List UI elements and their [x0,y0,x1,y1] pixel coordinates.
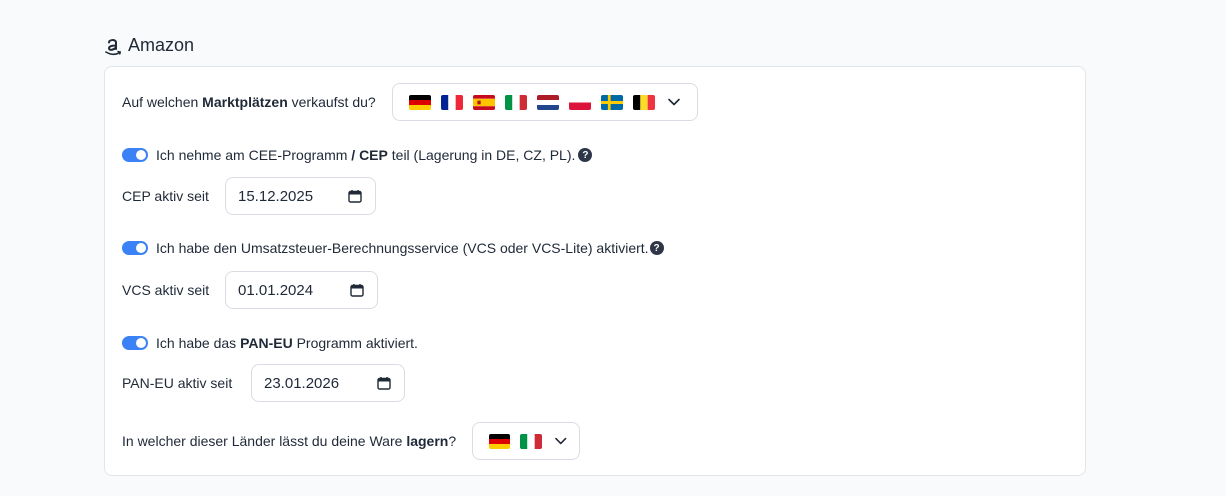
cep-help-icon[interactable]: ? [578,148,593,162]
cep-since-label: CEP aktiv seit [122,188,209,204]
cep-date-row: CEP aktiv seit 15.12.2025 [122,177,376,215]
cep-label-bold: / CEP [351,147,388,163]
marketplaces-question: Auf welchen Marktplätzen verkaufst du? [122,94,376,110]
chevron-down-icon[interactable] [667,95,681,109]
cep-toggle-row: Ich nehme am CEE-Programm / CEP teil (La… [122,147,593,163]
section-title: Amazon [128,35,195,55]
paneu-label-suffix: Programm aktiviert. [292,335,418,351]
vcs-toggle-row: Ich habe den Umsatzsteuer-Berechnungsser… [122,240,664,256]
cep-toggle[interactable] [122,148,148,162]
storage-question-bold: lagern [406,433,449,449]
vcs-toggle-label: Ich habe den Umsatzsteuer-Berechnungsser… [156,240,649,256]
nl-flag-icon [536,94,559,110]
paneu-toggle-label: Ich habe das PAN-EU Programm aktiviert. [156,335,418,351]
marketplaces-question-bold: Marktplätzen [202,94,288,110]
storage-question-suffix: ? [448,433,457,449]
cep-date-input[interactable]: 15.12.2025 [225,177,376,215]
vcs-date-row: VCS aktiv seit 01.01.2024 [122,271,378,309]
paneu-date-input[interactable]: 23.01.2026 [251,364,405,402]
it-flag-icon [520,433,542,449]
vcs-date-value: 01.01.2024 [238,281,314,299]
be-flag-icon [632,94,655,110]
vcs-since-label: VCS aktiv seit [122,282,210,298]
de-flag-icon [408,94,431,110]
vcs-toggle[interactable] [122,241,148,255]
marketplaces-question-prefix: Auf welchen [122,94,203,110]
pl-flag-icon [568,94,591,110]
cep-label-prefix: Ich nehme am CEE-Programm [156,147,352,163]
vcs-help-icon[interactable]: ? [649,241,664,255]
storage-row: In welcher dieser Länder lässt du deine … [122,422,581,460]
calendar-icon[interactable] [350,283,364,297]
paneu-toggle[interactable] [122,336,148,350]
it-flag-icon [504,94,527,110]
calendar-icon[interactable] [348,189,362,203]
paneu-label-bold: PAN-EU [240,335,293,351]
paneu-since-label: PAN-EU aktiv seit [122,375,233,391]
storage-question-prefix: In welcher dieser Länder lässt du deine … [122,433,407,449]
es-flag-icon [472,94,495,110]
de-flag-icon [489,433,511,449]
marketplaces-question-suffix: verkaufst du? [287,94,376,110]
vcs-date-input[interactable]: 01.01.2024 [225,271,378,309]
paneu-label-prefix: Ich habe das [156,335,241,351]
amazon-settings-card: Auf welchen Marktplätzen verkaufst du? I… [104,66,1086,476]
cep-label-suffix: teil (Lagerung in DE, CZ, PL). [387,147,576,163]
cep-toggle-label: Ich nehme am CEE-Programm / CEP teil (La… [156,147,575,163]
amazon-logo-icon [105,38,122,55]
paneu-toggle-row: Ich habe das PAN-EU Programm aktiviert. [122,335,418,351]
marketplaces-select[interactable] [391,83,698,121]
cep-date-value: 15.12.2025 [238,187,314,205]
marketplaces-row: Auf welchen Marktplätzen verkaufst du? [122,83,698,121]
calendar-icon[interactable] [377,376,391,390]
fr-flag-icon [440,94,463,110]
storage-question: In welcher dieser Länder lässt du deine … [122,433,456,449]
paneu-date-value: 23.01.2026 [264,374,340,392]
se-flag-icon [600,94,623,110]
paneu-date-row: PAN-EU aktiv seit 23.01.2026 [122,364,405,402]
storage-countries-select[interactable] [472,422,581,460]
section-header: Amazon [104,35,194,56]
chevron-down-icon[interactable] [554,434,568,448]
